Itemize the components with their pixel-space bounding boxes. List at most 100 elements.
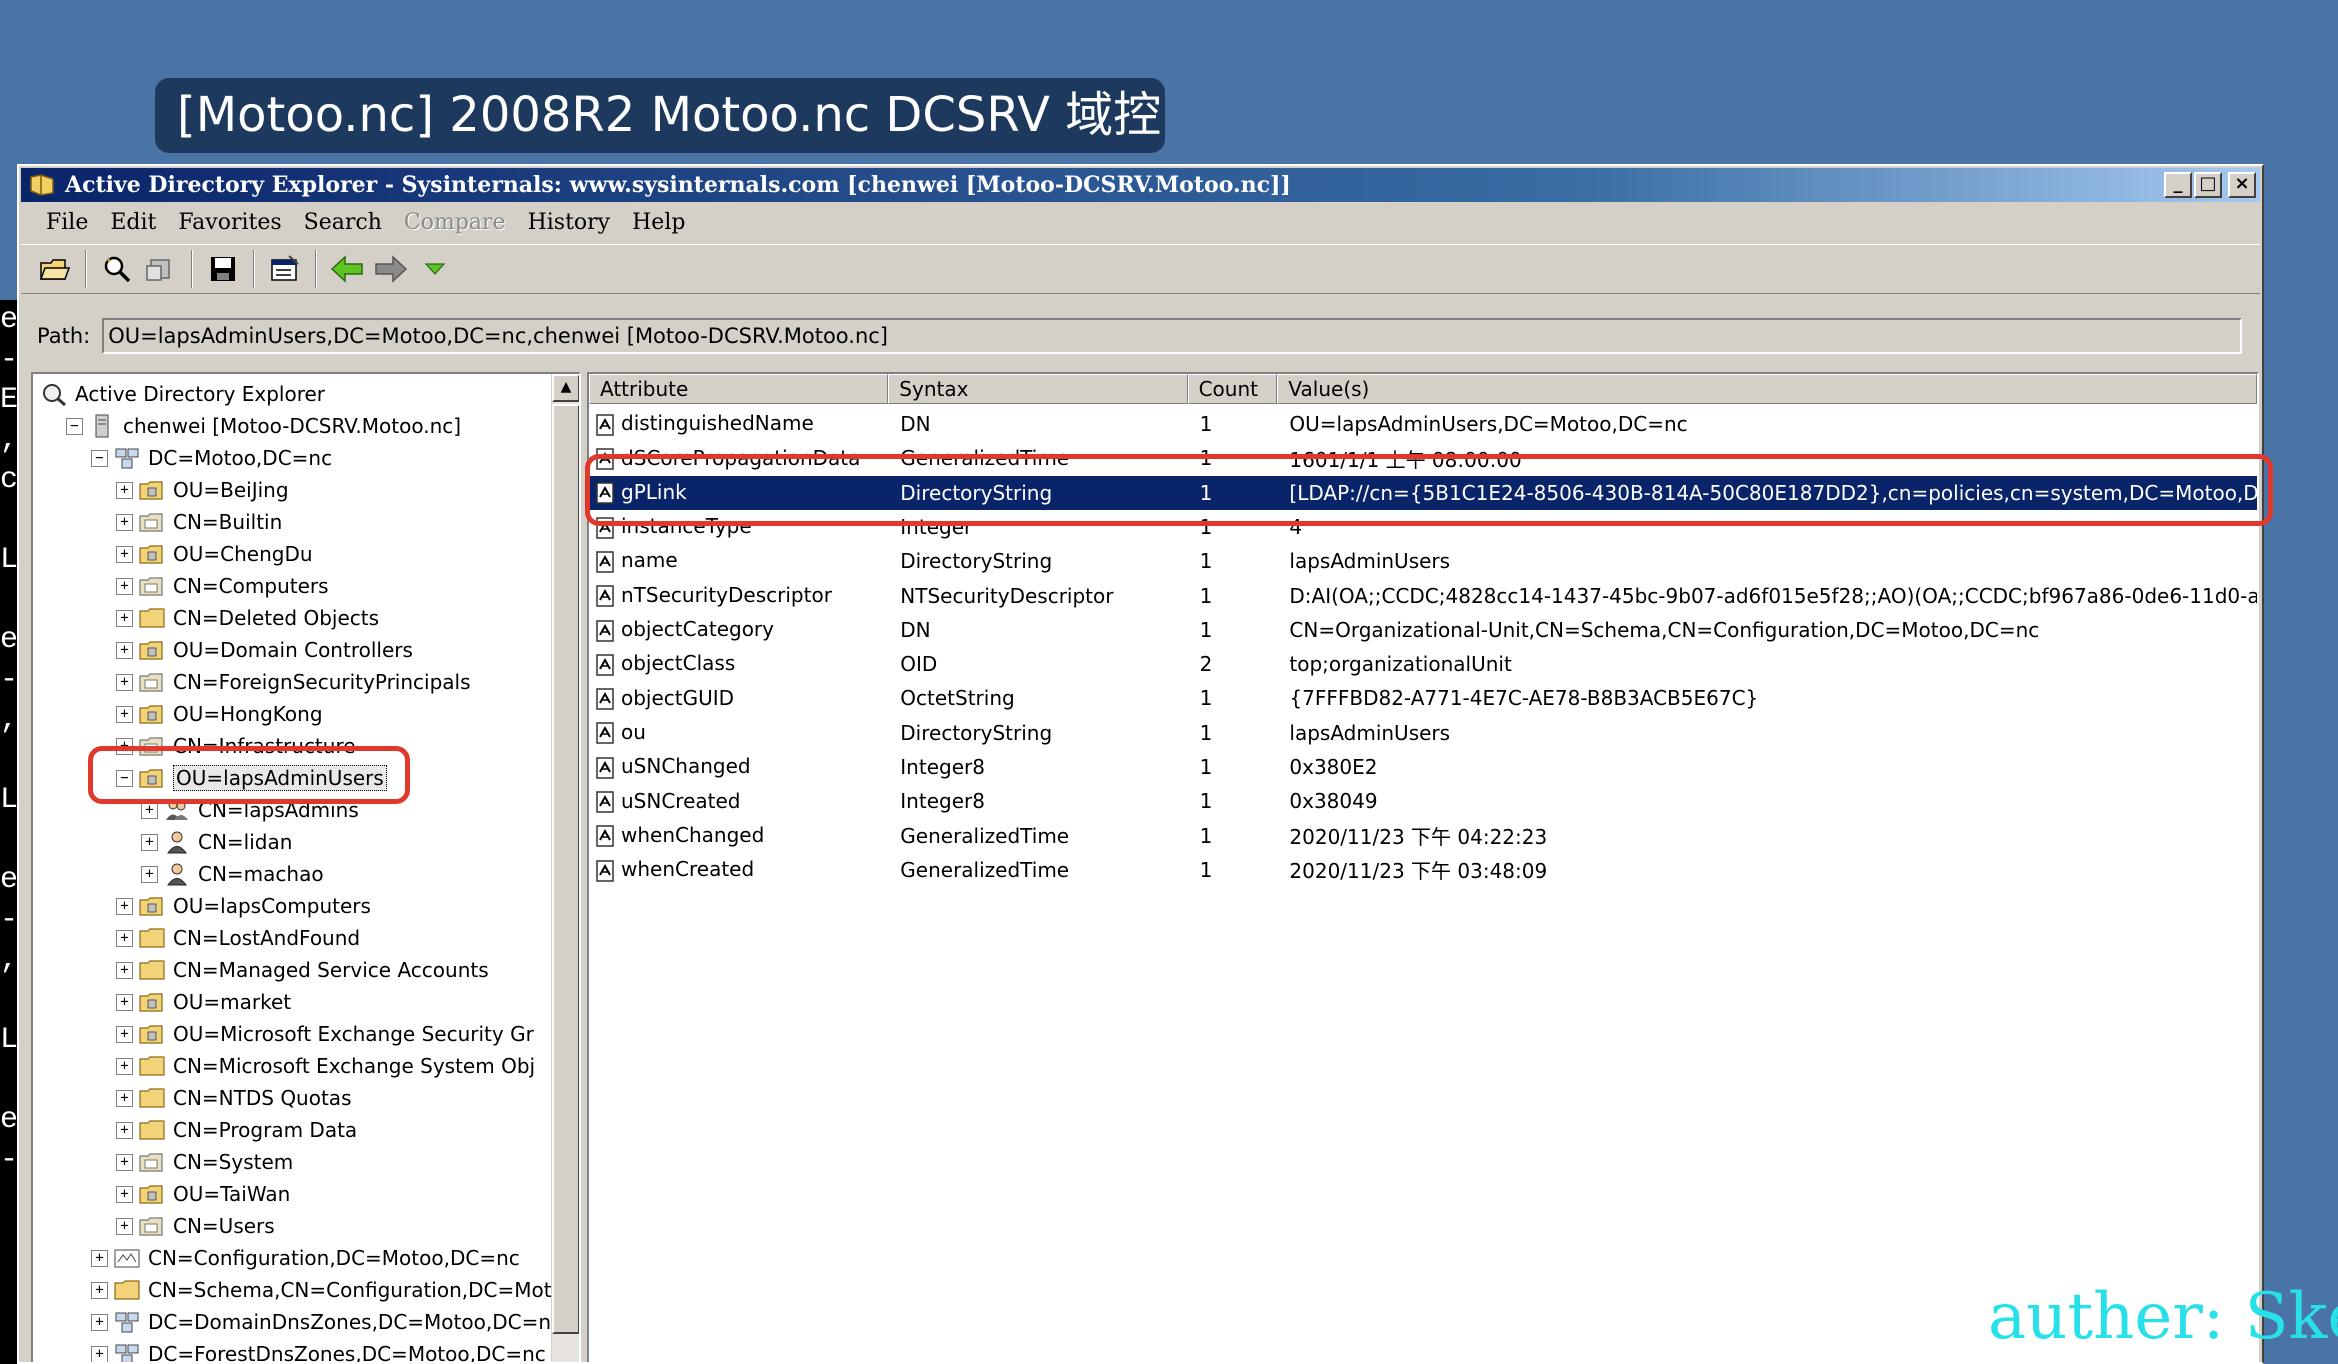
expand-icon[interactable]: + <box>116 993 133 1011</box>
tree-item[interactable]: + CN=LostAndFound <box>116 922 360 954</box>
expand-icon[interactable]: + <box>91 1281 108 1299</box>
expand-icon[interactable]: + <box>91 1249 108 1267</box>
expand-icon[interactable]: + <box>116 545 133 563</box>
back-icon[interactable] <box>327 249 367 289</box>
attribute-row[interactable]: whenChanged GeneralizedTime 1 2020/11/23 下午… <box>589 819 2257 853</box>
object-tree[interactable]: ▲ Active Directory Explorer − chenwei [Mot… <box>31 372 581 1362</box>
expand-icon[interactable]: + <box>91 1345 108 1362</box>
menu-item-compare[interactable]: Compare <box>393 210 517 235</box>
expand-icon[interactable]: + <box>141 865 158 883</box>
expand-icon[interactable]: + <box>141 801 158 819</box>
scroll-thumb[interactable] <box>552 404 579 1334</box>
expand-icon[interactable]: + <box>141 833 158 851</box>
minimize-button[interactable]: _ <box>2164 172 2192 198</box>
tree-item[interactable]: + CN=Users <box>116 1210 275 1242</box>
attribute-row[interactable]: objectCategory DN 1 CN=Organizational-Unit,… <box>589 613 2257 647</box>
attribute-row[interactable]: distinguishedName DN 1 OU=lapsAdminUsers,DC… <box>589 407 2257 441</box>
maximize-button[interactable]: □ <box>2194 172 2222 198</box>
attribute-row[interactable]: ou DirectoryString 1 lapsAdminUsers <box>589 716 2257 750</box>
expand-icon[interactable]: + <box>116 1057 133 1075</box>
column-header-values[interactable]: Value(s) <box>1277 374 2257 404</box>
tree-item[interactable]: + CN=System <box>116 1146 293 1178</box>
close-button[interactable]: × <box>2228 172 2256 198</box>
tree-item[interactable]: + CN=machao <box>141 858 324 890</box>
menu-item-favorites[interactable]: Favorites <box>167 210 292 235</box>
tree-item[interactable]: + CN=NTDS Quotas <box>116 1082 352 1114</box>
tree-item[interactable]: + OU=lapsComputers <box>116 890 371 922</box>
tree-item[interactable]: + OU=market <box>116 986 291 1018</box>
expand-icon[interactable]: + <box>116 961 133 979</box>
path-input[interactable]: OU=lapsAdminUsers,DC=Motoo,DC=nc,chenwei… <box>102 318 2243 354</box>
tree-item[interactable]: + OU=BeiJing <box>116 474 289 506</box>
collapse-icon[interactable]: − <box>66 417 83 435</box>
attribute-row[interactable]: name DirectoryString 1 lapsAdminUsers <box>589 544 2257 578</box>
expand-icon[interactable]: + <box>116 705 133 723</box>
expand-icon[interactable]: + <box>91 1313 108 1331</box>
properties-icon[interactable] <box>265 249 305 289</box>
expand-icon[interactable]: + <box>116 737 133 755</box>
tree-item[interactable]: − chenwei [Motoo-DCSRV.Motoo.nc] <box>66 410 461 442</box>
tree-scrollbar[interactable]: ▲ <box>551 374 579 1362</box>
tree-item[interactable]: + OU=ChengDu <box>116 538 313 570</box>
expand-icon[interactable]: + <box>116 481 133 499</box>
connect-icon[interactable] <box>97 249 137 289</box>
tree-item[interactable]: + OU=Microsoft Exchange Security Gr <box>116 1018 534 1050</box>
forward-icon[interactable] <box>371 249 411 289</box>
menu-item-search[interactable]: Search <box>293 210 393 235</box>
tree-item[interactable]: + CN=lidan <box>141 826 292 858</box>
tree-item[interactable]: + OU=Domain Controllers <box>116 634 413 666</box>
expand-icon[interactable]: + <box>116 1153 133 1171</box>
expand-icon[interactable]: + <box>116 929 133 947</box>
tree-item[interactable]: + CN=Configuration,DC=Motoo,DC=nc <box>91 1242 520 1274</box>
attribute-list[interactable]: Attribute Syntax Count Value(s) distinguish… <box>587 372 2259 1362</box>
expand-icon[interactable]: + <box>116 1089 133 1107</box>
tree-item[interactable]: + CN=lapsAdmins <box>141 794 359 826</box>
tree-item[interactable]: + CN=Microsoft Exchange System Obj <box>116 1050 535 1082</box>
column-header-syntax[interactable]: Syntax <box>888 374 1188 404</box>
window-titlebar[interactable]: Active Directory Explorer - Sysinternals… <box>21 168 2260 202</box>
tree-item[interactable]: + CN=Program Data <box>116 1114 357 1146</box>
disconnect-icon[interactable] <box>141 249 181 289</box>
attribute-row[interactable]: whenCreated GeneralizedTime 1 2020/11/23 下午… <box>589 853 2257 887</box>
expand-icon[interactable]: + <box>116 1121 133 1139</box>
menu-item-edit[interactable]: Edit <box>99 210 167 235</box>
expand-icon[interactable]: + <box>116 577 133 595</box>
attribute-row[interactable]: objectClass OID 2 top;organizationalUnit <box>589 647 2257 681</box>
expand-icon[interactable]: + <box>116 673 133 691</box>
tree-item[interactable]: + CN=Builtin <box>116 506 282 538</box>
save-icon[interactable] <box>203 249 243 289</box>
expand-icon[interactable]: + <box>116 609 133 627</box>
scroll-up-icon[interactable]: ▲ <box>552 374 579 402</box>
dropdown-icon[interactable] <box>415 249 455 289</box>
attribute-row[interactable]: gPLink DirectoryString 1 [LDAP://cn={5B1C1E… <box>589 475 2257 510</box>
expand-icon[interactable]: + <box>116 641 133 659</box>
expand-icon[interactable]: + <box>116 1217 133 1235</box>
tree-item[interactable]: + DC=DomainDnsZones,DC=Motoo,DC=n <box>91 1306 551 1338</box>
tree-item[interactable]: + CN=Managed Service Accounts <box>116 954 489 986</box>
menu-item-history[interactable]: History <box>517 210 622 235</box>
tree-item[interactable]: + DC=ForestDnsZones,DC=Motoo,DC=nc <box>91 1338 546 1362</box>
tree-item[interactable]: + CN=ForeignSecurityPrincipals <box>116 666 471 698</box>
attribute-row[interactable]: nTSecurityDescriptor NTSecurityDescriptor… <box>589 579 2257 613</box>
expand-icon[interactable]: + <box>116 1185 133 1203</box>
attribute-row[interactable]: uSNCreated Integer8 1 0x38049 <box>589 784 2257 818</box>
open-icon[interactable] <box>35 249 75 289</box>
attribute-row[interactable]: uSNChanged Integer8 1 0x380E2 <box>589 750 2257 784</box>
tree-item[interactable]: + CN=Infrastructure <box>116 730 356 762</box>
tree-item[interactable]: Active Directory Explorer <box>41 378 325 410</box>
column-header-attribute[interactable]: Attribute <box>589 374 889 404</box>
expand-icon[interactable]: + <box>116 1025 133 1043</box>
tree-item[interactable]: + CN=Deleted Objects <box>116 602 379 634</box>
menu-item-help[interactable]: Help <box>621 210 696 235</box>
column-header-count[interactable]: Count <box>1187 374 1278 404</box>
collapse-icon[interactable]: − <box>91 449 108 467</box>
tree-item[interactable]: − OU=lapsAdminUsers <box>116 762 387 794</box>
attribute-row[interactable]: objectGUID OctetString 1 {7FFFBD82-A771-4E7… <box>589 681 2257 715</box>
attribute-row[interactable]: dSCorePropagationData GeneralizedTime 1 160… <box>589 441 2257 475</box>
tree-item[interactable]: + CN=Schema,CN=Configuration,DC=Mot <box>91 1274 552 1306</box>
tree-item[interactable]: + OU=HongKong <box>116 698 323 730</box>
collapse-icon[interactable]: − <box>116 769 133 787</box>
attribute-row[interactable]: instanceType Integer 1 4 <box>589 510 2257 544</box>
tree-item[interactable]: + OU=TaiWan <box>116 1178 290 1210</box>
tree-item[interactable]: − DC=Motoo,DC=nc <box>91 442 332 474</box>
